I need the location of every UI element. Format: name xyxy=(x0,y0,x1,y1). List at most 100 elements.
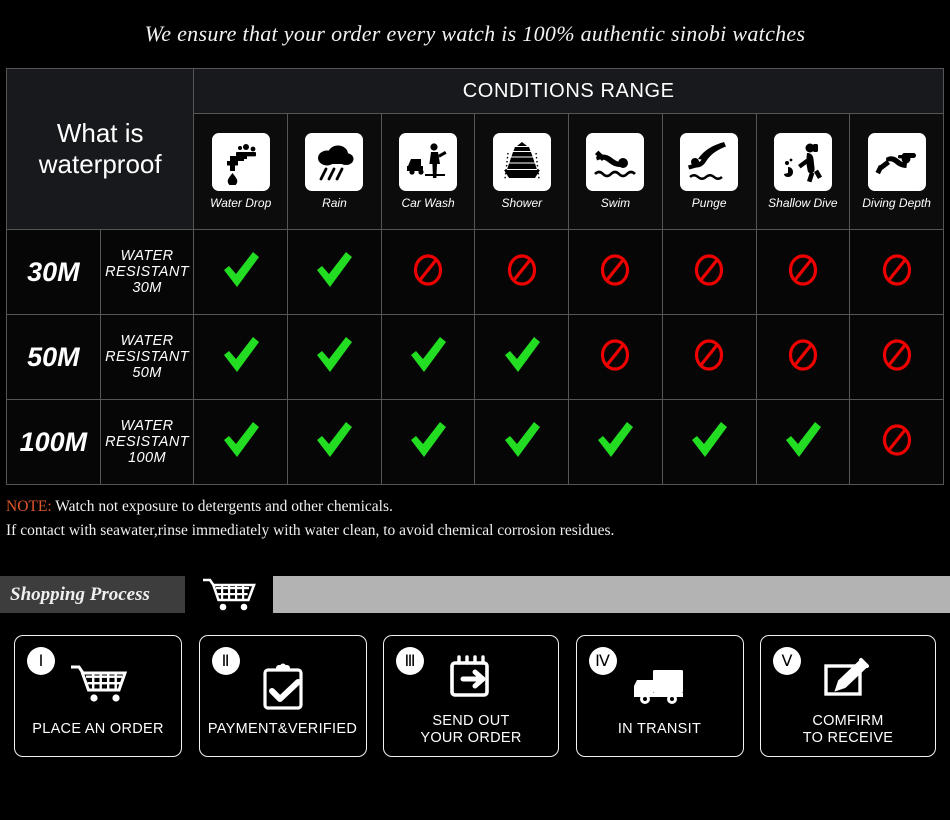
prohibited-icon xyxy=(787,253,819,287)
process-step-4[interactable]: Ⅳ IN TRANSIT xyxy=(575,635,744,757)
step-numeral: Ⅱ xyxy=(211,647,240,675)
condition-header-rain-cloud: Rain xyxy=(287,113,382,230)
condition-label: Water Drop xyxy=(210,196,272,211)
check-icon xyxy=(407,420,449,460)
row-depth-value: 100M xyxy=(6,399,101,485)
cell-50M-car-wash xyxy=(380,314,476,400)
note-keyword: NOTE: xyxy=(6,498,52,515)
cell-100M-punge xyxy=(661,399,757,485)
table-header-row: What is waterproof CONDITIONS RANGE xyxy=(5,67,944,230)
conditions-range-header: CONDITIONS RANGE xyxy=(193,67,944,115)
condition-label: Car Wash xyxy=(401,196,455,211)
process-step-2[interactable]: Ⅱ PAYMENT&VERIFIED xyxy=(198,635,367,757)
prohibited-icon xyxy=(881,338,913,372)
cell-50M-punge xyxy=(661,314,757,400)
prohibited-icon xyxy=(881,423,913,457)
note-line-1-text: Watch not exposure to detergents and oth… xyxy=(51,498,393,515)
cell-30M-swim xyxy=(568,229,663,315)
cell-100M-rain xyxy=(287,399,382,485)
shopping-cart-icon xyxy=(185,576,273,613)
step-label: SEND OUT YOUR ORDER xyxy=(420,712,522,746)
condition-header-shower: Shower xyxy=(474,113,570,230)
plunge-dive-icon xyxy=(680,133,739,192)
row-depth-value: 30M xyxy=(6,229,101,315)
step-label: PAYMENT&VERIFIED xyxy=(207,721,358,737)
check-icon xyxy=(220,335,262,375)
check-icon xyxy=(220,250,262,290)
cell-30M-punge xyxy=(661,229,757,315)
check-icon xyxy=(313,420,355,460)
process-step-1[interactable]: Ⅰ PLACE AN ORDER xyxy=(14,635,182,757)
cell-100M-car-wash xyxy=(380,399,476,485)
prohibited-icon xyxy=(881,253,913,287)
step-numeral: Ⅲ xyxy=(396,647,424,675)
calendar-arrow-icon xyxy=(445,652,497,706)
condition-label: Shower xyxy=(501,196,543,211)
table-left-header: What is waterproof xyxy=(5,68,195,230)
car-wash-icon xyxy=(399,133,458,192)
cell-50M-water-drop xyxy=(193,314,289,400)
row-description: WATER RESISTANT 50M xyxy=(99,314,195,400)
row-description: WATER RESISTANT 30M xyxy=(99,229,195,315)
condition-header-car-wash: Car Wash xyxy=(380,113,476,230)
condition-header-plunge-dive: Punge xyxy=(661,113,757,230)
prohibited-icon xyxy=(412,253,444,287)
cell-30M-water-drop xyxy=(193,229,289,315)
cell-50M-swim xyxy=(568,314,663,400)
prohibited-icon xyxy=(693,338,725,372)
cell-30M-diving-depth xyxy=(849,229,944,315)
cell-30M-car-wash xyxy=(380,229,476,315)
check-icon xyxy=(501,420,543,460)
rain-cloud-icon xyxy=(305,133,364,192)
cell-50M-rain xyxy=(287,314,382,400)
cell-50M-shower xyxy=(474,314,570,400)
shower-icon xyxy=(492,133,551,192)
shopping-cart-icon xyxy=(68,660,128,714)
waterproof-rating-table: What is waterproof CONDITIONS RANGE Wate… xyxy=(5,67,944,485)
condition-header-swim: Swim xyxy=(568,113,663,230)
condition-header-shallow-dive: Shallow Dive xyxy=(755,113,851,230)
step-label: IN TRANSIT xyxy=(617,721,702,737)
step-numeral: Ⅴ xyxy=(773,647,801,675)
shopping-process-progress-fill xyxy=(273,576,950,613)
prohibited-icon xyxy=(693,253,725,287)
step-label: PLACE AN ORDER xyxy=(32,721,164,737)
cell-30M-shallow-dive xyxy=(755,229,851,315)
prohibited-icon xyxy=(787,338,819,372)
shopping-process-label: Shopping Process xyxy=(10,583,150,605)
shallow-dive-icon xyxy=(773,133,832,192)
prohibited-icon xyxy=(599,253,631,287)
step-label: COMFIRM TO RECEIVE xyxy=(802,712,894,746)
condition-label: Shallow Dive xyxy=(768,196,838,211)
check-icon xyxy=(407,335,449,375)
step-numeral: Ⅰ xyxy=(27,647,55,675)
cell-50M-shallow-dive xyxy=(755,314,851,400)
note-block: NOTE: Watch not exposure to detergents a… xyxy=(0,485,950,543)
condition-label: Rain xyxy=(322,196,347,211)
cell-30M-rain xyxy=(287,229,382,315)
condition-label: Diving Depth xyxy=(862,196,931,211)
row-depth-value: 50M xyxy=(6,314,101,400)
shopping-process-bar: Shopping Process xyxy=(0,576,950,613)
check-icon xyxy=(688,420,730,460)
process-step-5[interactable]: Ⅴ COMFIRM TO RECEIVE xyxy=(760,635,936,757)
check-icon xyxy=(220,420,262,460)
table-row: 100M WATER RESISTANT 100M xyxy=(6,399,944,485)
scuba-diving-icon xyxy=(867,133,926,192)
check-icon xyxy=(782,420,824,460)
condition-header-faucet-drop: Water Drop xyxy=(193,113,289,230)
cell-50M-diving-depth xyxy=(849,314,944,400)
cell-100M-diving-depth xyxy=(849,399,944,485)
row-description: WATER RESISTANT 100M xyxy=(99,399,195,485)
shopping-process-steps: Ⅰ PLACE AN ORDER Ⅱ PAYMENT&VERIFIED Ⅲ SEND OU… xyxy=(0,635,950,757)
table-row: 30M WATER RESISTANT 30M xyxy=(6,229,944,315)
page-header: We ensure that your order every watch is… xyxy=(0,0,950,68)
process-step-3[interactable]: Ⅲ SEND OUT YOUR ORDER xyxy=(383,635,559,757)
cell-100M-water-drop xyxy=(193,399,289,485)
cell-100M-shower xyxy=(474,399,570,485)
note-line-1: NOTE: Watch not exposure to detergents a… xyxy=(6,495,944,519)
swim-icon xyxy=(586,133,645,192)
check-icon xyxy=(594,420,636,460)
prohibited-icon xyxy=(599,338,631,372)
condition-label: Punge xyxy=(691,196,727,211)
